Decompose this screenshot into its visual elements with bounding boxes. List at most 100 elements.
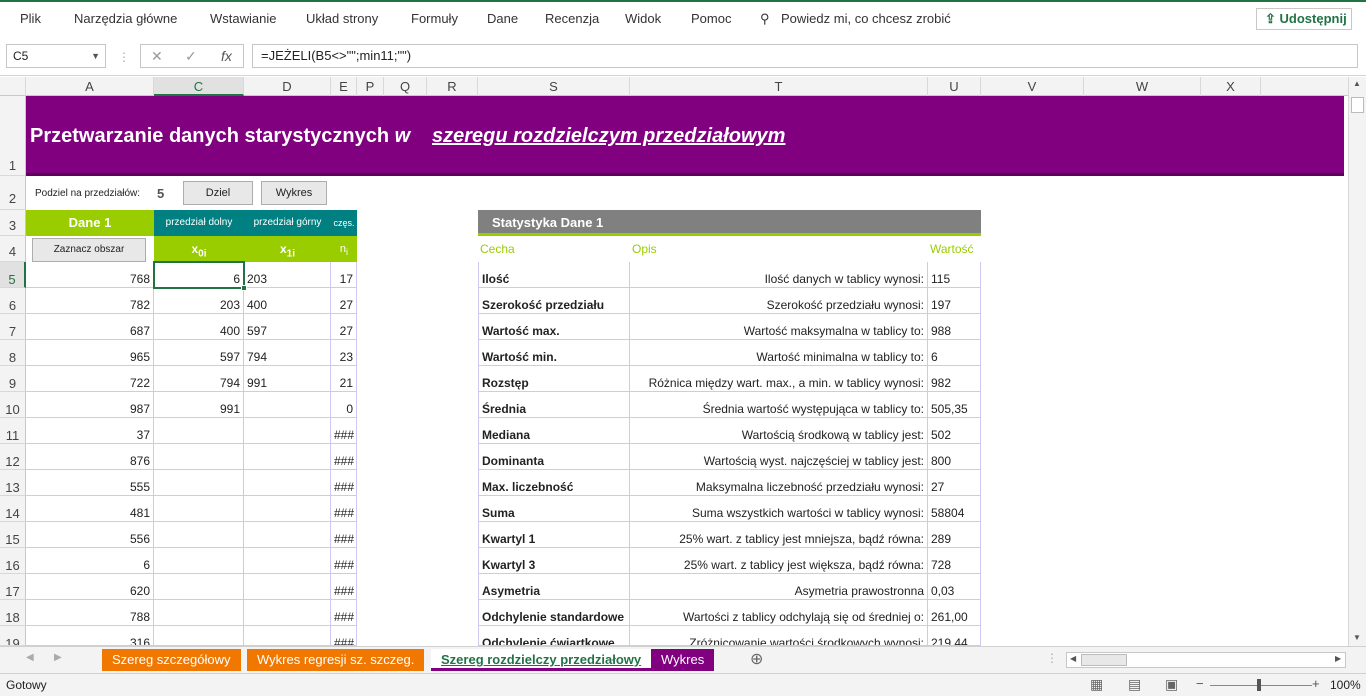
table-cell[interactable]: 987 <box>26 392 154 417</box>
column-header[interactable]: Q <box>384 77 427 96</box>
tell-me-input[interactable]: Powiedz mi, co chcesz zrobić <box>781 11 951 26</box>
fill-handle[interactable] <box>241 285 247 291</box>
table-cell[interactable]: ### <box>331 548 357 573</box>
stats-value-cell[interactable]: 800 <box>928 444 981 469</box>
table-cell[interactable] <box>244 626 331 645</box>
tab-view[interactable]: Widok <box>625 11 661 26</box>
row-header[interactable]: 14 <box>0 496 26 522</box>
row-header[interactable]: 19 <box>0 626 26 646</box>
formula-input[interactable]: =JEŻELI(B5<>"";min11;"") <box>252 44 1358 68</box>
stats-feature-cell[interactable]: Asymetria <box>478 574 630 599</box>
stats-feature-cell[interactable]: Kwartyl 3 <box>478 548 630 573</box>
column-header[interactable]: P <box>357 77 384 96</box>
table-cell[interactable] <box>244 496 331 521</box>
table-cell[interactable]: ### <box>331 522 357 547</box>
table-cell[interactable]: 27 <box>331 288 357 313</box>
stats-value-cell[interactable]: 115 <box>928 262 981 287</box>
stats-value-cell[interactable]: 505,35 <box>928 392 981 417</box>
stats-value-cell[interactable]: 982 <box>928 366 981 391</box>
mark-area-button[interactable]: Zaznacz obszar <box>32 238 146 262</box>
scroll-right-icon[interactable]: ▶ <box>1335 654 1341 663</box>
add-sheet-icon[interactable]: ⊕ <box>750 649 763 669</box>
tab-formulas[interactable]: Formuły <box>411 11 458 26</box>
row-header[interactable]: 13 <box>0 470 26 496</box>
stats-feature-cell[interactable]: Wartość min. <box>478 340 630 365</box>
normal-view-icon[interactable]: ▦ <box>1090 676 1103 693</box>
stats-desc-cell[interactable]: Wartością środkową w tablicy jest: <box>630 418 928 443</box>
tab-help[interactable]: Pomoc <box>691 11 731 26</box>
stats-value-cell[interactable]: 261,00 <box>928 600 981 625</box>
stats-feature-cell[interactable]: Ilość <box>478 262 630 287</box>
stats-feature-cell[interactable]: Wartość max. <box>478 314 630 339</box>
row-header[interactable]: 7 <box>0 314 26 340</box>
row-header[interactable]: 18 <box>0 600 26 626</box>
page-layout-view-icon[interactable]: ▤ <box>1128 676 1141 693</box>
row-header[interactable]: 6 <box>0 288 26 314</box>
table-cell[interactable]: ### <box>331 470 357 495</box>
table-cell[interactable] <box>244 522 331 547</box>
tab-insert[interactable]: Wstawianie <box>210 11 276 26</box>
table-cell[interactable] <box>154 418 244 443</box>
table-cell[interactable]: 991 <box>244 366 331 391</box>
column-header[interactable]: W <box>1084 77 1201 96</box>
table-cell[interactable] <box>154 600 244 625</box>
table-cell[interactable]: 794 <box>154 366 244 391</box>
stats-desc-cell[interactable]: Wartość maksymalna w tablicy to: <box>630 314 928 339</box>
table-cell[interactable] <box>154 444 244 469</box>
table-cell[interactable] <box>154 574 244 599</box>
stats-desc-cell[interactable]: Szerokość przedziału wynosi: <box>630 288 928 313</box>
table-cell[interactable] <box>154 626 244 645</box>
column-header[interactable]: X <box>1201 77 1261 96</box>
stats-desc-cell[interactable]: Różnica między wart. max., a min. w tabl… <box>630 366 928 391</box>
zoom-slider[interactable] <box>1210 685 1312 686</box>
row-header[interactable]: 4 <box>0 236 26 262</box>
table-cell[interactable]: 0 <box>331 392 357 417</box>
sheet-tab-interval-series[interactable]: Szereg rozdzielczy przedziałowy <box>431 649 652 671</box>
stats-feature-cell[interactable]: Odchylenie ćwiartkowe <box>478 626 630 645</box>
stats-desc-cell[interactable]: Suma wszystkich wartości w tablicy wynos… <box>630 496 928 521</box>
row-header[interactable]: 10 <box>0 392 26 418</box>
stats-value-cell[interactable]: 27 <box>928 470 981 495</box>
table-cell[interactable]: 556 <box>26 522 154 547</box>
table-cell[interactable]: 6 <box>26 548 154 573</box>
stats-feature-cell[interactable]: Średnia <box>478 392 630 417</box>
stats-desc-cell[interactable]: Wartości z tablicy odchylają się od śred… <box>630 600 928 625</box>
table-cell[interactable]: 27 <box>331 314 357 339</box>
row-header[interactable]: 17 <box>0 574 26 600</box>
table-cell[interactable] <box>154 470 244 495</box>
table-cell[interactable]: 788 <box>26 600 154 625</box>
table-cell[interactable]: 37 <box>26 418 154 443</box>
table-cell[interactable] <box>244 392 331 417</box>
zoom-in-icon[interactable]: + <box>1312 676 1320 691</box>
hscroll-thumb[interactable] <box>1081 654 1127 666</box>
page-break-view-icon[interactable]: ▣ <box>1165 676 1178 693</box>
column-header[interactable]: E <box>331 77 357 96</box>
table-cell[interactable]: 991 <box>154 392 244 417</box>
tab-plik[interactable]: Plik <box>20 11 41 26</box>
table-cell[interactable] <box>244 444 331 469</box>
table-cell[interactable]: 555 <box>26 470 154 495</box>
column-header[interactable]: R <box>427 77 478 96</box>
table-cell[interactable]: 876 <box>26 444 154 469</box>
table-cell[interactable]: 687 <box>26 314 154 339</box>
scroll-left-icon[interactable]: ◀ <box>1070 654 1076 663</box>
split-handle-icon[interactable]: ⋮ <box>1046 651 1058 665</box>
table-cell[interactable]: 400 <box>154 314 244 339</box>
row-header[interactable]: 2 <box>0 176 26 210</box>
divide-value-input[interactable]: 5 <box>157 186 164 201</box>
confirm-icon[interactable]: ✓ <box>185 45 197 67</box>
stats-desc-cell[interactable]: Ilość danych w tablicy wynosi: <box>630 262 928 287</box>
table-cell[interactable]: ### <box>331 574 357 599</box>
stats-value-cell[interactable]: 988 <box>928 314 981 339</box>
next-sheet-icon[interactable]: ▶ <box>54 652 62 663</box>
lightbulb-search-icon[interactable]: ⚲ <box>760 11 770 27</box>
table-cell[interactable] <box>244 600 331 625</box>
chevron-down-icon[interactable]: ▼ <box>91 45 100 67</box>
stats-value-cell[interactable]: 728 <box>928 548 981 573</box>
sheet-tab-detailed[interactable]: Szereg szczegółowy <box>102 649 241 671</box>
row-header[interactable]: 8 <box>0 340 26 366</box>
chart-button[interactable]: Wykres <box>261 181 327 205</box>
column-header[interactable]: A <box>26 77 154 96</box>
table-cell[interactable] <box>154 522 244 547</box>
stats-feature-cell[interactable]: Max. liczebność <box>478 470 630 495</box>
